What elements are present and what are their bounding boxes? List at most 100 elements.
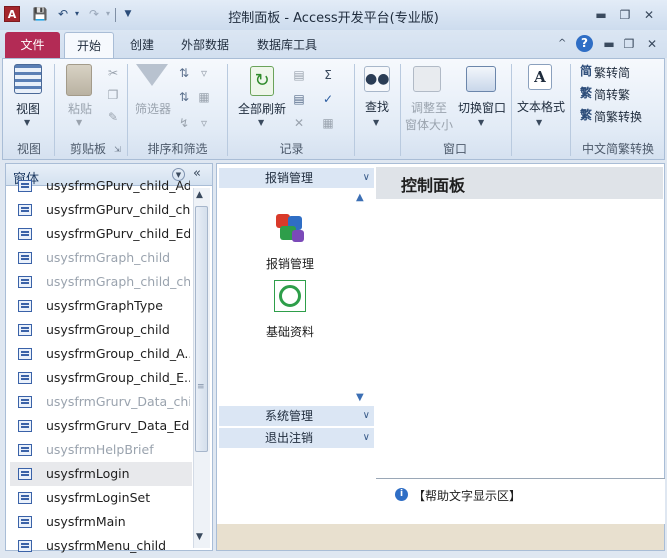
paste-button[interactable]: 粘贴	[60, 100, 100, 117]
switch-windows-icon[interactable]	[466, 66, 496, 92]
nav-item-label: usysfrmGraphType	[46, 298, 163, 313]
paste-dropdown-icon[interactable]: ▼	[76, 118, 82, 127]
nav-item-label: usysfrmGPurv_child_Add	[46, 178, 190, 193]
basic-data-button[interactable]: 基础资料	[258, 323, 322, 340]
text-format-icon[interactable]: A	[528, 64, 552, 90]
cut-icon[interactable]: ✂	[105, 66, 121, 80]
text-format-button[interactable]: 文本格式	[514, 98, 568, 115]
minimize-icon[interactable]: ▬	[590, 7, 612, 23]
traditional-to-simplified-icon[interactable]: 简	[578, 64, 594, 78]
find-button[interactable]: 查找	[358, 98, 396, 115]
tab-external-data[interactable]: 外部数据	[172, 32, 238, 58]
save-record-icon[interactable]: ▤	[291, 92, 307, 106]
find-dropdown-icon[interactable]: ▼	[373, 118, 379, 127]
group-window-label: 窗口	[442, 142, 467, 156]
nav-item[interactable]: usysfrmGraph_child_ch...	[10, 270, 192, 294]
expense-management-icon[interactable]	[274, 212, 306, 244]
refresh-all-button[interactable]: 全部刷新	[234, 100, 290, 117]
doc-restore-icon[interactable]: ❐	[618, 36, 640, 52]
nav-item[interactable]: usysfrmMain	[10, 510, 192, 534]
scroll-down-arrow-icon[interactable]: ▼	[356, 392, 364, 403]
more-records-icon[interactable]: ▦	[320, 116, 336, 130]
group-records-label: 记录	[279, 142, 304, 156]
tab-create[interactable]: 创建	[120, 32, 164, 58]
nav-item[interactable]: usysfrmGPurv_child_Add	[10, 174, 192, 198]
nav-item[interactable]: usysfrmGroup_child_A...	[10, 342, 192, 366]
basic-data-icon[interactable]	[274, 280, 306, 312]
section-expense-management[interactable]: 报销管理 ∨	[219, 168, 374, 188]
convert-button[interactable]: 简繁转换	[594, 108, 642, 125]
refresh-dropdown-icon[interactable]: ▼	[258, 118, 264, 127]
restore-icon[interactable]: ❐	[614, 7, 636, 23]
nav-item[interactable]: usysfrmLogin	[10, 462, 192, 486]
nav-item[interactable]: usysfrmGPurv_child_ch...	[10, 198, 192, 222]
paste-icon[interactable]	[66, 64, 92, 96]
toggle-filter-icon[interactable]: ▿	[196, 116, 212, 130]
to-simplified-button[interactable]: 繁转简	[594, 64, 630, 81]
new-record-icon[interactable]: ▤	[291, 68, 307, 82]
simplified-to-traditional-icon[interactable]: 繁	[578, 86, 594, 100]
redo-dropdown-icon[interactable]: ▾	[100, 6, 116, 22]
doc-close-icon[interactable]: ✕	[641, 36, 663, 52]
section-system-management[interactable]: 系统管理 ∨	[219, 406, 374, 426]
to-traditional-button[interactable]: 简转繁	[594, 86, 630, 103]
nav-item[interactable]: usysfrmGraphType	[10, 294, 192, 318]
doc-minimize-icon[interactable]: ▬	[598, 36, 620, 52]
nav-item[interactable]: usysfrmLoginSet	[10, 486, 192, 510]
close-icon[interactable]: ✕	[638, 7, 660, 23]
scroll-down-icon[interactable]: ▼	[196, 532, 203, 542]
section-logout[interactable]: 退出注销 ∨	[219, 428, 374, 448]
filter-button[interactable]: 筛选器	[130, 100, 176, 117]
scroll-up-icon[interactable]: ▲	[196, 190, 203, 200]
spelling-icon[interactable]: ✓	[320, 92, 336, 106]
convert-icon[interactable]: 繁	[578, 108, 594, 122]
scroll-thumb[interactable]	[195, 206, 208, 452]
nav-item[interactable]: usysfrmHelpBrief	[10, 438, 192, 462]
nav-item[interactable]: usysfrmGrurv_Data_chi...	[10, 390, 192, 414]
filter-icon[interactable]	[136, 64, 168, 86]
nav-item[interactable]: usysfrmMenu_child	[10, 534, 192, 558]
access-app-icon[interactable]: A	[4, 6, 20, 22]
view-icon[interactable]	[14, 64, 42, 94]
undo-dropdown-icon[interactable]: ▾	[69, 6, 85, 22]
nav-item[interactable]: usysfrmGPurv_child_Edit	[10, 222, 192, 246]
view-button[interactable]: 视图	[8, 100, 48, 117]
scroll-up-arrow-icon[interactable]: ▲	[356, 192, 364, 203]
nav-item[interactable]: usysfrmGraph_child	[10, 246, 192, 270]
view-dropdown-icon[interactable]: ▼	[24, 118, 30, 127]
tab-file[interactable]: 文件	[5, 32, 60, 58]
form-icon	[18, 252, 32, 264]
save-icon[interactable]: 💾	[32, 6, 48, 22]
nav-collapse-icon[interactable]: «	[193, 166, 201, 181]
delete-record-icon[interactable]: ✕	[291, 116, 307, 130]
format-painter-icon[interactable]: ✎	[105, 110, 121, 124]
sort-descending-icon[interactable]: ⇅	[176, 90, 192, 104]
clipboard-launcher-icon[interactable]: ⇲	[114, 145, 121, 154]
nav-item[interactable]: usysfrmGroup_child_E...	[10, 366, 192, 390]
text-format-dropdown-icon[interactable]: ▼	[536, 118, 542, 127]
ribbon-divider	[570, 64, 571, 156]
resize-button-line2[interactable]: 窗体大小	[402, 116, 456, 133]
ribbon-divider	[127, 64, 128, 156]
binoculars-icon[interactable]: ●●	[364, 66, 390, 92]
selection-filter-icon[interactable]: ▿	[196, 66, 212, 80]
resize-to-form-icon[interactable]	[413, 66, 441, 92]
switch-windows-dropdown-icon[interactable]: ▼	[478, 118, 484, 127]
collapse-ribbon-icon[interactable]: ^	[558, 38, 566, 49]
help-icon[interactable]: ?	[576, 35, 593, 52]
expense-management-button[interactable]: 报销管理	[258, 255, 322, 272]
nav-item[interactable]: usysfrmGroup_child	[10, 318, 192, 342]
clear-sort-icon[interactable]: ↯	[176, 116, 192, 130]
totals-icon[interactable]: Σ	[320, 68, 336, 82]
resize-button-line1[interactable]: 调整至	[404, 99, 454, 116]
tab-home[interactable]: 开始	[64, 32, 114, 58]
nav-item[interactable]: usysfrmGrurv_Data_Edit	[10, 414, 192, 438]
copy-icon[interactable]: ❐	[105, 88, 121, 102]
scroll-grip-icon: ≡	[197, 382, 205, 392]
tab-database-tools[interactable]: 数据库工具	[248, 32, 326, 58]
refresh-all-icon[interactable]: ↻	[250, 66, 274, 96]
customize-qat-icon[interactable]: ▼	[120, 6, 136, 22]
advanced-filter-icon[interactable]: ▦	[196, 90, 212, 104]
sort-ascending-icon[interactable]: ⇅	[176, 66, 192, 80]
switch-windows-button[interactable]: 切换窗口	[456, 99, 508, 116]
